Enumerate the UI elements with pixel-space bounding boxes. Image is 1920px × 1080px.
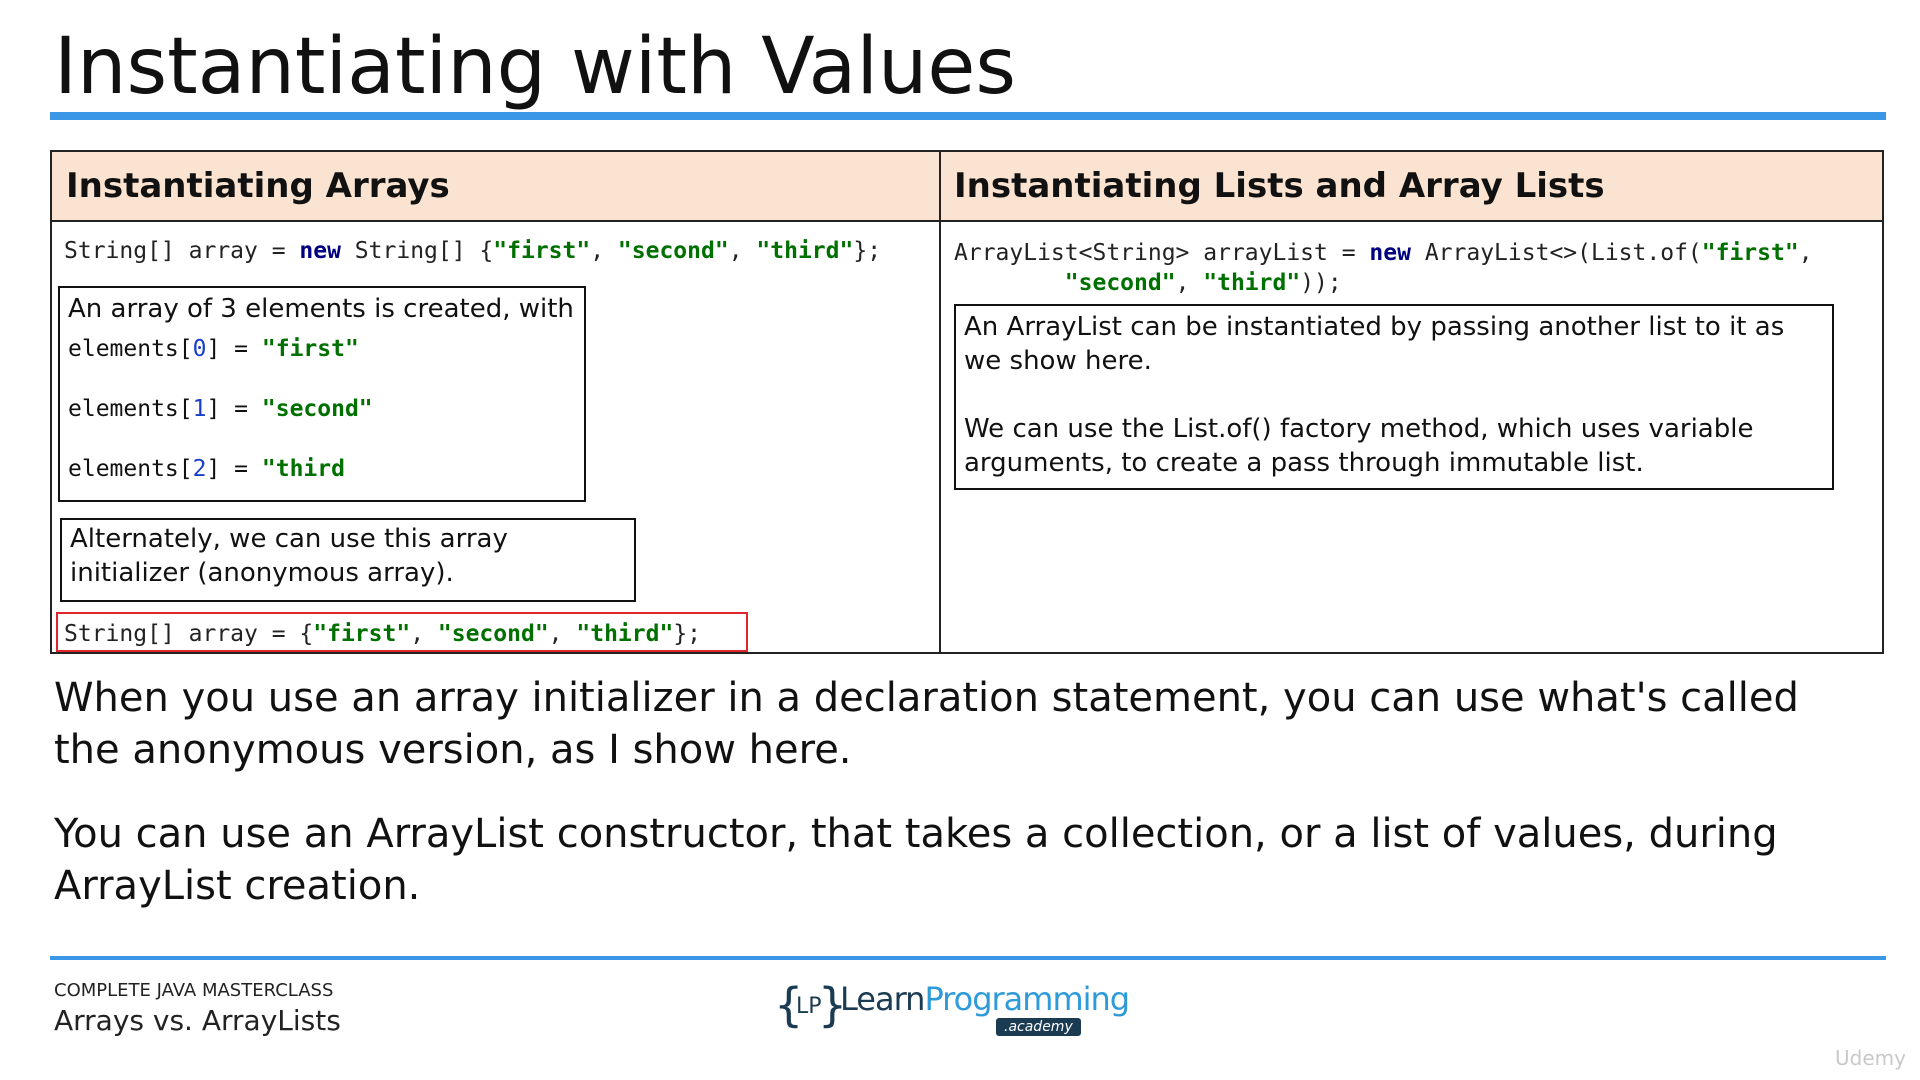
array-code-line: String[] array = new String[] {"first", … [64, 238, 881, 264]
course-name: COMPLETE JAVA MASTERCLASS [54, 980, 334, 1001]
element-line-1: elements[1] = "second" [68, 392, 576, 426]
note-paragraph: An ArrayList can be instantiated by pass… [964, 312, 1785, 376]
udemy-watermark: Udemy [1835, 1046, 1906, 1070]
code-token: , [410, 621, 438, 647]
code-number: 2 [192, 456, 207, 482]
explanation-paragraph-2: You can use an ArrayList constructor, th… [54, 811, 1778, 909]
code-token: , [1175, 270, 1204, 296]
code-string: "third" [756, 238, 854, 264]
note-paragraph: We can use the List.of() factory method,… [964, 414, 1754, 478]
logo-lp-mark: LP [796, 994, 822, 1019]
anonymous-array-code: String[] array = {"first", "second", "th… [56, 612, 748, 652]
code-string: "first" [1701, 240, 1799, 266]
title-underline [50, 112, 1886, 120]
note-intro: An array of 3 elements is created, with [68, 294, 574, 324]
code-token: String[] { [340, 238, 494, 264]
code-token: ArrayList<String> arrayList = [954, 240, 1370, 266]
code-number: 1 [192, 396, 207, 422]
logo-learn: Learn [840, 980, 925, 1018]
code-token: ] = [206, 336, 262, 362]
code-token: , [728, 238, 757, 264]
code-token: String[] array = { [64, 621, 314, 647]
code-number: 0 [192, 336, 207, 362]
comparison-table: Instantiating Arrays Instantiating Lists… [50, 150, 1884, 654]
arraylist-note: An ArrayList can be instantiated by pass… [954, 304, 1834, 490]
logo-programming: Programming [924, 980, 1130, 1018]
code-token: ] = [206, 396, 262, 422]
code-token: elements[ [68, 456, 193, 482]
array-elements-note: An array of 3 elements is created, with … [58, 286, 586, 502]
code-string: "second" [437, 621, 549, 647]
code-string: "third" [576, 621, 674, 647]
code-token: String[] array = [64, 238, 300, 264]
code-token: ArrayList<>(List.of( [1410, 240, 1702, 266]
code-string: "second" [261, 396, 373, 422]
code-string: "second" [1064, 270, 1176, 296]
code-keyword: new [1369, 240, 1411, 266]
code-string: "first" [493, 238, 591, 264]
logo-wordmark: LearnProgramming [840, 980, 1130, 1018]
lesson-name: Arrays vs. ArrayLists [54, 1004, 341, 1037]
code-token: , [590, 238, 618, 264]
anonymous-array-note: Alternately, we can use this array initi… [60, 518, 636, 602]
column-divider [939, 152, 941, 652]
code-string: "third" [1203, 270, 1301, 296]
code-token: ] = [206, 456, 262, 482]
code-token: elements[ [68, 396, 193, 422]
code-token: }; [853, 238, 882, 264]
arraylist-code: ArrayList<String> arrayList = new ArrayL… [954, 238, 1813, 298]
explanation-paragraph-1: When you use an array initializer in a d… [54, 675, 1799, 773]
code-keyword: new [299, 238, 341, 264]
element-line-0: elements[0] = "first" [68, 332, 576, 366]
lists-header: Instantiating Lists and Array Lists [940, 152, 1882, 222]
logo-academy-badge: .academy [996, 1018, 1081, 1036]
code-string: "third [261, 456, 345, 482]
code-token: }; [673, 621, 702, 647]
code-token: elements[ [68, 336, 193, 362]
code-token: , [1798, 240, 1813, 266]
learnprogramming-logo: { } LP LearnProgramming .academy [774, 976, 1130, 1046]
code-string: "second" [617, 238, 729, 264]
code-line: String[] array = {"first", "second", "th… [64, 621, 701, 647]
slide-title: Instantiating with Values [54, 22, 1017, 112]
element-line-2: elements[2] = "third [68, 452, 576, 486]
code-token: )); [1300, 270, 1342, 296]
footer-rule [50, 956, 1886, 960]
code-token: , [548, 621, 577, 647]
code-string: "first" [261, 336, 359, 362]
arrays-header: Instantiating Arrays [52, 152, 940, 222]
code-string: "first" [313, 621, 411, 647]
